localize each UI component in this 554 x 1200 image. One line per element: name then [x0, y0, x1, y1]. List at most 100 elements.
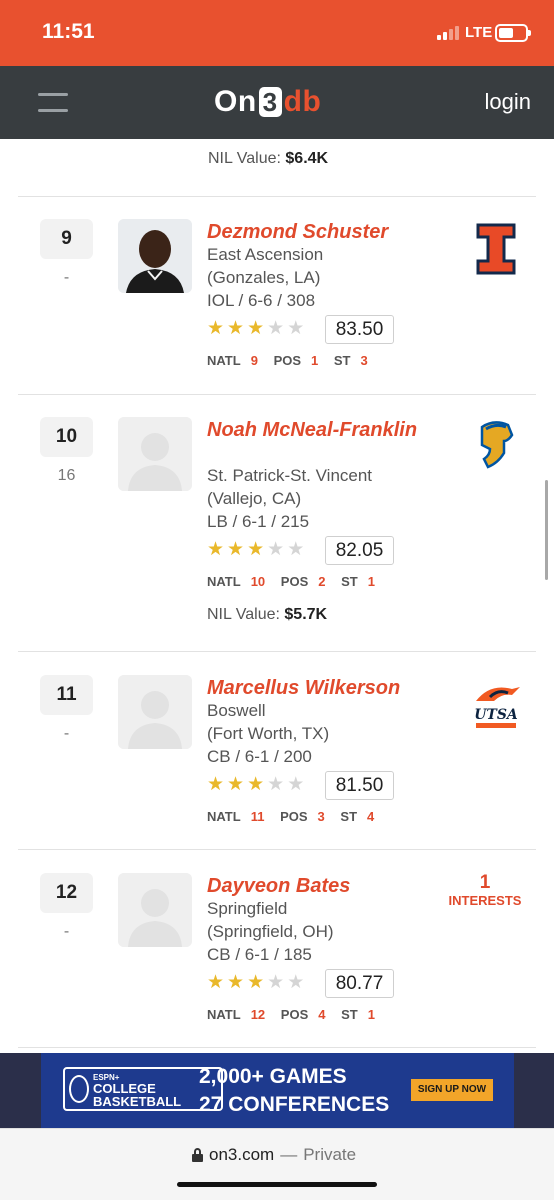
st-label: ST	[341, 1007, 358, 1022]
player-ranks: NATL 11 POS 3 ST 4	[207, 809, 386, 824]
ad-headline-1: 2,000+ GAMES	[199, 1065, 347, 1088]
player-hometown: (Fort Worth, TX)	[207, 724, 330, 743]
ad-signup-button[interactable]: SIGN UP NOW	[411, 1079, 493, 1101]
player-name[interactable]: Dayveon Bates	[207, 875, 432, 898]
ad-banner[interactable]: ESPN+ COLLEGE BASKETBALL 2,000+ GAMES 27…	[0, 1053, 554, 1128]
pos-rank: 3	[317, 809, 325, 824]
player-name[interactable]: Noah McNeal-Franklin	[207, 419, 432, 442]
pos-label: POS	[273, 353, 302, 368]
natl-label: NATL	[207, 574, 241, 589]
player-photo[interactable]	[118, 219, 192, 293]
previous-rank: -	[63, 725, 70, 742]
navbar: On 3 db login	[0, 66, 554, 139]
star-icon: ★	[267, 539, 285, 560]
star-icon: ★	[267, 774, 285, 795]
star-icon: ★	[207, 774, 225, 795]
st-label: ST	[341, 574, 358, 589]
scrollbar[interactable]	[545, 480, 548, 580]
browser-url-bar[interactable]: on3.com — Private	[0, 1128, 554, 1200]
url-display[interactable]: on3.com — Private	[192, 1145, 356, 1165]
ad-badge-line2: BASKETBALL	[93, 1094, 182, 1109]
nil-amount: $6.4K	[285, 150, 329, 167]
player-photo-placeholder[interactable]	[118, 873, 192, 947]
natl-rank: 10	[250, 574, 266, 589]
divider	[18, 849, 536, 850]
player-ranks: NATL 10 POS 2 ST 1	[207, 574, 387, 589]
basketball-icon	[69, 1075, 89, 1103]
nil-value: NIL Value: $6.4K	[208, 150, 328, 168]
st-label: ST	[340, 809, 358, 824]
player-school: St. Patrick-St. Vincent	[207, 466, 373, 485]
pos-label: POS	[280, 1007, 309, 1022]
utsa-logo-text: UTSA	[474, 707, 518, 723]
pos-rank: 4	[318, 1007, 326, 1022]
private-mode-label: Private	[303, 1145, 357, 1164]
ad-headline-2: 27 CONFERENCES	[199, 1093, 390, 1116]
status-time: 11:51	[42, 20, 95, 43]
natl-label: NATL	[207, 809, 241, 824]
star-icon: ★	[287, 972, 305, 993]
star-icon: ★	[207, 318, 225, 339]
star-icon: ★	[287, 774, 305, 795]
spartan-helmet-logo-icon[interactable]	[468, 419, 524, 475]
previous-rank: 16	[57, 467, 76, 484]
menu-icon[interactable]	[38, 93, 68, 113]
utsa-logo-icon[interactable]: UTSA	[468, 681, 524, 737]
interests-count: 1	[479, 872, 491, 893]
illinois-logo-icon[interactable]	[468, 221, 524, 277]
ad-badge-text: COLLEGE BASKETBALL	[93, 1082, 181, 1108]
player-name[interactable]: Dezmond Schuster	[207, 221, 432, 244]
login-link[interactable]: login	[485, 89, 531, 115]
natl-rank: 11	[250, 809, 265, 824]
star-icon: ★	[207, 972, 225, 993]
pos-label: POS	[280, 809, 308, 824]
player-photo-placeholder[interactable]	[118, 417, 192, 491]
natl-rank: 9	[250, 353, 258, 368]
star-icon: ★	[287, 318, 305, 339]
interests-label: INTERESTS	[448, 893, 522, 908]
star-icon: ★	[267, 972, 285, 993]
player-hometown: (Vallejo, CA)	[207, 489, 302, 508]
player-rating: 81.50	[325, 771, 394, 800]
nil-label: NIL Value:	[207, 606, 280, 623]
star-rating: ★ ★ ★ ★ ★	[207, 318, 304, 340]
ad-creative[interactable]: ESPN+ COLLEGE BASKETBALL 2,000+ GAMES 27…	[41, 1053, 514, 1128]
divider	[18, 196, 536, 197]
natl-rank: 12	[250, 1007, 266, 1022]
url-separator: —	[280, 1145, 298, 1164]
star-icon: ★	[227, 318, 245, 339]
divider	[18, 1047, 536, 1048]
player-name[interactable]: Marcellus Wilkerson	[207, 677, 432, 700]
site-logo[interactable]: On 3 db	[214, 84, 321, 120]
lock-icon	[192, 1148, 203, 1162]
player-position-size: IOL / 6-6 / 308	[207, 291, 316, 310]
star-rating: ★ ★ ★ ★ ★	[207, 972, 304, 994]
star-icon: ★	[267, 318, 285, 339]
home-indicator[interactable]	[177, 1182, 377, 1187]
player-rating: 82.05	[325, 536, 394, 565]
signal-strength-icon	[437, 26, 459, 40]
player-rating: 83.50	[325, 315, 394, 344]
natl-label: NATL	[207, 1007, 241, 1022]
star-rating: ★ ★ ★ ★ ★	[207, 539, 304, 561]
player-list: NIL Value: $6.4K 9 - Dezmond Schuster Ea…	[0, 139, 554, 1053]
player-position-size: CB / 6-1 / 185	[207, 945, 312, 964]
star-icon: ★	[247, 539, 265, 560]
logo-db: db	[283, 85, 322, 118]
player-school: Boswell	[207, 701, 266, 720]
pos-rank: 2	[318, 574, 326, 589]
player-photo-placeholder[interactable]	[118, 675, 192, 749]
player-position-size: CB / 6-1 / 200	[207, 747, 312, 766]
player-hometown: (Springfield, OH)	[207, 922, 334, 941]
star-icon: ★	[287, 539, 305, 560]
st-rank: 3	[360, 353, 368, 368]
star-icon: ★	[227, 539, 245, 560]
logo-three: 3	[258, 87, 282, 117]
status-bar: 11:51 LTE	[0, 0, 554, 66]
player-position-size: LB / 6-1 / 215	[207, 512, 310, 531]
interests-link[interactable]: 1 INTERESTS	[440, 873, 530, 909]
logo-on: On	[214, 85, 257, 118]
nil-label: NIL Value:	[208, 150, 281, 167]
nil-amount: $5.7K	[284, 606, 328, 623]
previous-rank: -	[63, 923, 70, 940]
